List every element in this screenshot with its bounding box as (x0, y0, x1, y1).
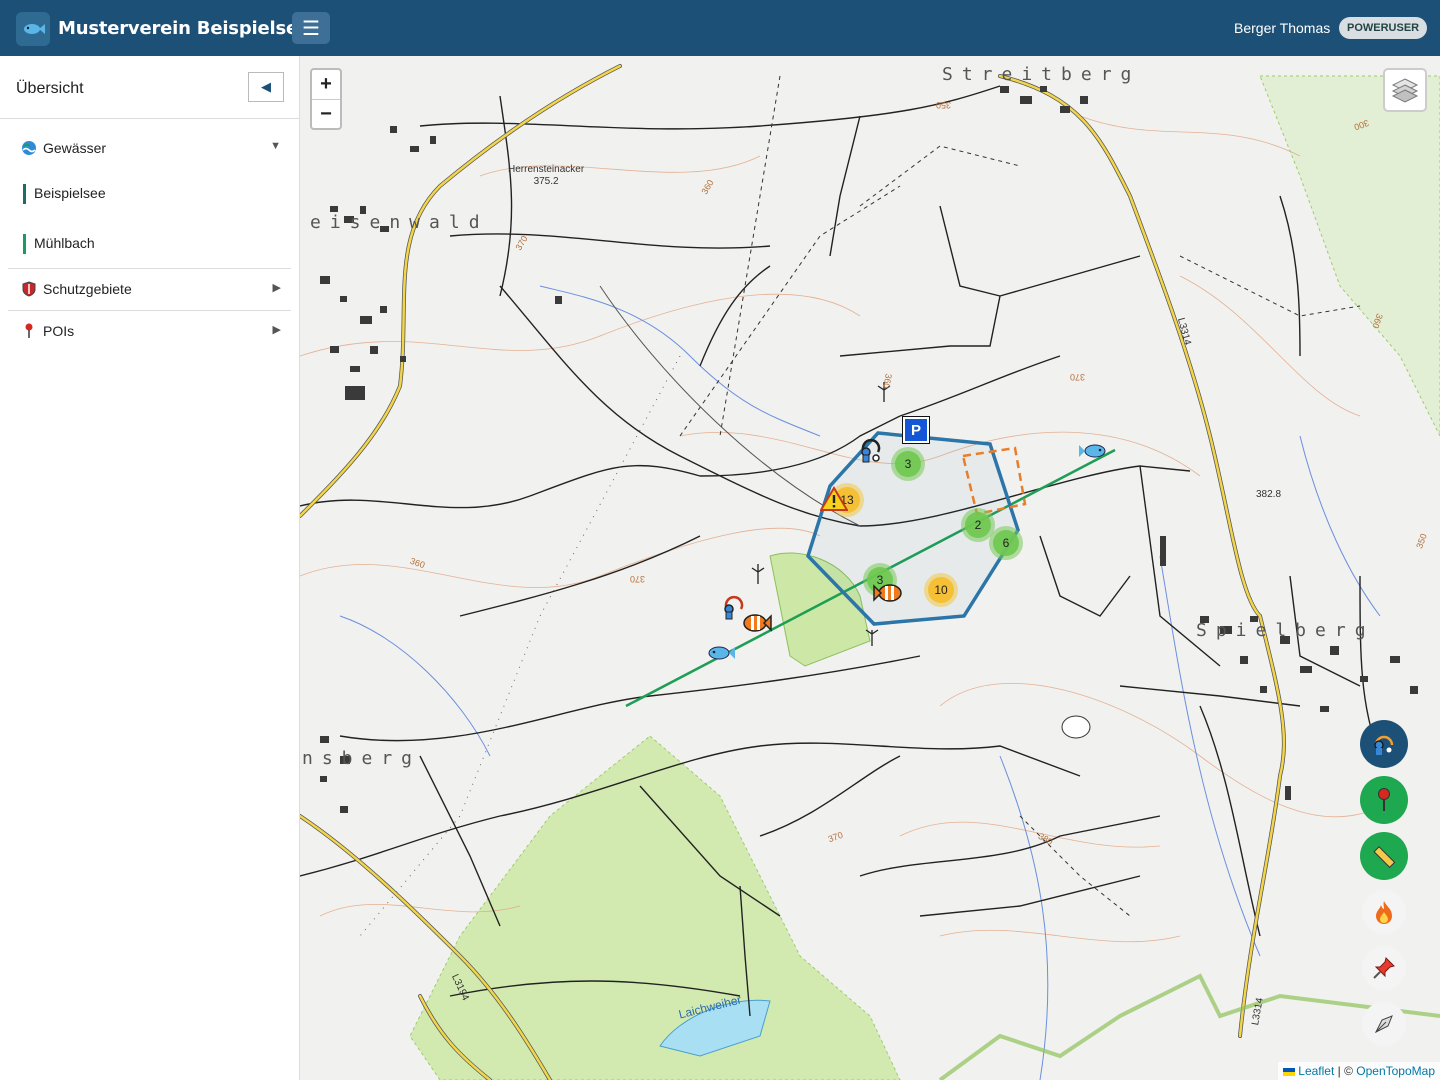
angler-marker-icon[interactable] (858, 438, 884, 471)
clownfish-marker-icon[interactable] (873, 580, 903, 611)
parking-label: P (910, 421, 921, 439)
marker-cluster[interactable]: 10 (924, 573, 958, 607)
layers-icon (1391, 78, 1419, 103)
clownfish-marker-icon[interactable] (742, 610, 772, 641)
top-bar: Musterverein Beispielsee ☰ Berger Thomas… (0, 0, 1440, 56)
chevron-left-icon: ◀ (261, 79, 271, 94)
fish-marker-icon[interactable] (1079, 440, 1109, 467)
collapse-sidebar-button[interactable]: ◀ (248, 72, 284, 102)
section-header-pois[interactable]: POIs ▶ (8, 311, 291, 351)
zoom-out-button[interactable]: − (312, 99, 340, 128)
chevron-down-icon: ▼ (270, 140, 281, 152)
draw-icon (1374, 1015, 1393, 1034)
town-label-nsberg: nsberg (302, 748, 422, 769)
menu-button[interactable]: ☰ (292, 12, 330, 44)
sidebar-item-label: Mühlbach (34, 235, 95, 251)
town-label-eisenwald: eisenwald (310, 212, 489, 233)
field-name: Herrensteinacker (508, 164, 585, 175)
field-label: Herrensteinacker 375.2 (508, 164, 584, 188)
attribution-separator: | © (1334, 1064, 1357, 1078)
measure-tool-button[interactable] (1360, 832, 1408, 880)
sidebar-item-muehlbach[interactable]: Mühlbach (8, 218, 291, 268)
pin-icon (1378, 788, 1390, 811)
angler-tool-button[interactable] (1360, 720, 1408, 768)
pushpin-icon (1373, 957, 1395, 979)
fire-icon (1376, 901, 1392, 924)
section-label: Gewässer (43, 140, 107, 156)
opentopomap-link[interactable]: OpenTopoMap (1356, 1064, 1435, 1078)
angler-icon (1374, 735, 1394, 755)
sidebar-item-beispielsee[interactable]: Beispielsee (8, 168, 291, 218)
section-schutzgebiete: Schutzgebiete ▶ (8, 268, 291, 309)
map[interactable]: Streitberg eisenwald Spielberg nsberg He… (300, 56, 1440, 1080)
sidebar-title: Übersicht (16, 80, 84, 97)
sidebar-item-label: Beispielsee (34, 185, 106, 201)
ruler-icon (1373, 846, 1396, 869)
chevron-right-icon: ▶ (272, 282, 281, 294)
section-label: POIs (43, 323, 75, 339)
contour-label: 370 (1070, 372, 1086, 382)
flag-icon (1282, 1067, 1295, 1076)
hamburger-icon: ☰ (302, 17, 320, 40)
warning-icon[interactable] (819, 486, 849, 517)
sidebar: Übersicht ◀ Gewässer ▼ Beispielsee Mühlb… (0, 56, 300, 1080)
section-header-schutzgebiete[interactable]: Schutzgebiete ▶ (8, 269, 291, 309)
chevron-right-icon: ▶ (272, 324, 281, 336)
zoom-in-button[interactable]: + (312, 70, 340, 99)
field-height: 375.2 (533, 176, 559, 187)
fish-marker-icon[interactable] (705, 642, 735, 669)
town-label-streitberg: Streitberg (942, 64, 1141, 85)
divider (0, 118, 300, 119)
water-icon (20, 139, 38, 157)
cluster-count: 6 (993, 530, 1019, 556)
poi-tool-button[interactable] (1360, 776, 1408, 824)
app-title[interactable]: Musterverein Beispielsee (58, 18, 310, 39)
leaflet-link[interactable]: Leaflet (1298, 1064, 1334, 1078)
marker-cluster[interactable]: 6 (989, 526, 1023, 560)
layers-button[interactable] (1383, 68, 1427, 112)
map-attribution: Leaflet | © OpenTopoMap (1277, 1062, 1440, 1080)
height-label: 382.8 (1256, 489, 1282, 500)
section-gewaesser: Gewässer ▼ Beispielsee Mühlbach (8, 128, 291, 268)
fish-logo-icon[interactable] (16, 12, 50, 46)
section-label: Schutzgebiete (43, 281, 132, 297)
pushpin-tool-button[interactable] (1362, 946, 1406, 990)
shield-icon (20, 280, 38, 298)
cluster-count: 10 (928, 577, 954, 603)
role-badge: POWERUSER (1339, 17, 1428, 39)
cluster-count: 2 (965, 512, 991, 538)
marker-cluster[interactable]: 3 (891, 447, 925, 481)
zoom-control: + − (310, 68, 342, 130)
user-name[interactable]: Berger Thomas (1234, 20, 1330, 36)
contour-label: 350 (936, 100, 952, 110)
cluster-count: 3 (895, 451, 921, 477)
section-header-gewaesser[interactable]: Gewässer ▼ (8, 128, 291, 168)
draw-tool-button[interactable] (1362, 1002, 1406, 1046)
town-label-spielberg: Spielberg (1196, 620, 1375, 641)
section-pois: POIs ▶ (8, 310, 291, 351)
pin-icon (20, 322, 38, 340)
contour-label: 370 (630, 574, 646, 584)
fire-tool-button[interactable] (1362, 890, 1406, 934)
parking-marker[interactable]: P (902, 416, 930, 444)
